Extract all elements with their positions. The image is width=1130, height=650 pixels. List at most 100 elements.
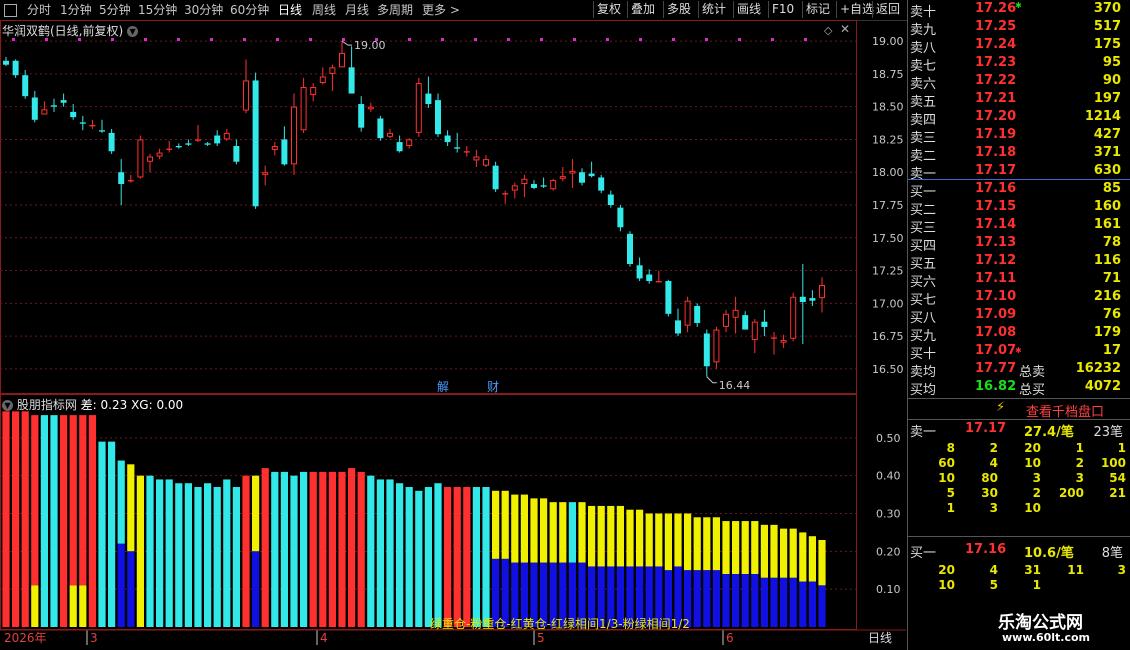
- bid-row[interactable]: 买九 17.08 179: [908, 325, 1130, 344]
- candle: [636, 257, 643, 282]
- candle: [684, 296, 691, 333]
- ask-row[interactable]: 卖十 17.26 370 ✱: [908, 1, 1130, 20]
- magenta-marker: [144, 38, 147, 41]
- bid-row[interactable]: 买二 17.15 160: [908, 199, 1130, 218]
- bid-row[interactable]: 买七 17.10 216: [908, 289, 1130, 308]
- bid-volume: 76: [1102, 307, 1121, 322]
- indicator-tick-label: 0.30: [876, 508, 901, 521]
- candle: [99, 119, 105, 133]
- depth-cell: 30: [981, 486, 998, 500]
- high-price-label: 19.00: [354, 39, 386, 52]
- depth-cell: 2: [1032, 486, 1041, 500]
- sell1-detail-count: 23笔: [1093, 425, 1123, 440]
- ask-row[interactable]: 卖四 17.20 1214: [908, 109, 1130, 128]
- candle: [569, 159, 576, 188]
- magenta-marker: [474, 38, 477, 41]
- indicator-bar: [2, 411, 10, 627]
- indicator-bar: [722, 521, 730, 627]
- magenta-marker: [771, 38, 774, 41]
- event-marker[interactable]: 财: [487, 380, 499, 394]
- price-tick-label: 17.00: [872, 297, 904, 310]
- total-sell-value: 16232: [1075, 361, 1121, 376]
- indicator-bar: [636, 509, 644, 627]
- bid-row[interactable]: 买一 17.16 85: [908, 181, 1130, 200]
- indicator-bar: [376, 479, 384, 627]
- candle: [262, 165, 269, 186]
- indicator-bar: [597, 505, 605, 627]
- depth-cell: 5: [946, 486, 955, 500]
- change-marker-icon: ✱: [1015, 1, 1022, 10]
- indicator-bar: [434, 483, 442, 627]
- candle: [3, 56, 9, 67]
- depth-cell: 3: [1032, 471, 1041, 485]
- depth-cell: 3: [1117, 563, 1126, 577]
- indicator-bar: [146, 475, 154, 627]
- bid-price: 17.08: [975, 325, 1017, 340]
- indicator-bar: [693, 517, 701, 627]
- indicator-bar: [156, 479, 164, 627]
- indicator-bar: [511, 494, 519, 627]
- indicator-bar: [357, 471, 365, 627]
- magenta-marker: [606, 38, 609, 41]
- candle: [579, 168, 585, 186]
- indicator-tick-label: 0.20: [876, 545, 901, 558]
- indicator-bar: [12, 411, 20, 627]
- magenta-marker: [738, 38, 741, 41]
- indicator-bar: [549, 502, 557, 627]
- indicator-bar: [799, 532, 807, 627]
- bid-row[interactable]: 买六 17.11 71: [908, 271, 1130, 290]
- magenta-marker: [408, 38, 411, 41]
- ask-row[interactable]: 卖五 17.21 197: [908, 91, 1130, 110]
- candle: [607, 190, 614, 208]
- magenta-marker: [672, 38, 675, 41]
- indicator-bar: [789, 528, 797, 627]
- bid-label: 买三: [910, 221, 937, 236]
- ask-row[interactable]: 卖九 17.25 517: [908, 19, 1130, 38]
- view-depth-button[interactable]: ⚡ 查看千档盘口: [908, 399, 1130, 420]
- bid-row[interactable]: 买十 17.07 17 ✱: [908, 343, 1130, 362]
- indicator-bar: [117, 460, 125, 627]
- indicator-bar: [607, 505, 615, 627]
- bid-row[interactable]: 买五 17.12 116: [908, 253, 1130, 272]
- period-label: 日线: [868, 631, 892, 645]
- candle: [377, 115, 384, 141]
- candle: [799, 264, 806, 344]
- bid-row[interactable]: 买四 17.13 78: [908, 235, 1130, 254]
- ask-label: 卖二: [910, 149, 937, 164]
- indicator-bar: [664, 513, 672, 627]
- ask-row[interactable]: 卖八 17.24 175: [908, 37, 1130, 56]
- candle: [492, 161, 499, 192]
- ask-row[interactable]: 卖七 17.23 95: [908, 55, 1130, 74]
- depth-cell: 4: [989, 456, 998, 470]
- candle: [319, 67, 326, 85]
- indicator-bar: [165, 479, 173, 627]
- ask-row[interactable]: 卖六 17.22 90: [908, 73, 1130, 92]
- bid-row[interactable]: 买三 17.14 161: [908, 217, 1130, 236]
- magenta-marker: [573, 38, 576, 41]
- indicator-bar: [444, 487, 452, 627]
- bid-volume: 85: [1102, 181, 1121, 196]
- bid-row[interactable]: 买八 17.09 76: [908, 307, 1130, 326]
- bid-price: 17.13: [975, 235, 1017, 250]
- candle: [703, 329, 710, 377]
- depth-cell: 2: [1075, 456, 1084, 470]
- indicator-bar: [232, 487, 240, 627]
- candle: [694, 303, 701, 327]
- candle: [281, 126, 288, 166]
- indicator-bar: [674, 513, 682, 627]
- candle: [761, 309, 768, 337]
- indicator-dropdown-icon[interactable]: ▼: [2, 400, 13, 411]
- ask-row[interactable]: 卖二 17.18 371: [908, 145, 1130, 164]
- indicator-bar: [616, 505, 624, 627]
- magenta-marker: [45, 38, 48, 41]
- ask-row[interactable]: 卖三 17.19 427: [908, 127, 1130, 146]
- event-marker[interactable]: 解: [437, 380, 449, 394]
- price-tick-label: 17.25: [872, 265, 904, 278]
- total-sell-label: 总卖: [1019, 365, 1046, 380]
- bid-price: 17.07: [975, 343, 1017, 358]
- depth-cell: 8: [946, 441, 955, 455]
- total-buy-value: 4072: [1084, 379, 1121, 394]
- lightning-icon: ⚡: [996, 400, 1006, 415]
- candle: [655, 270, 662, 283]
- ask-volume: 90: [1102, 73, 1121, 88]
